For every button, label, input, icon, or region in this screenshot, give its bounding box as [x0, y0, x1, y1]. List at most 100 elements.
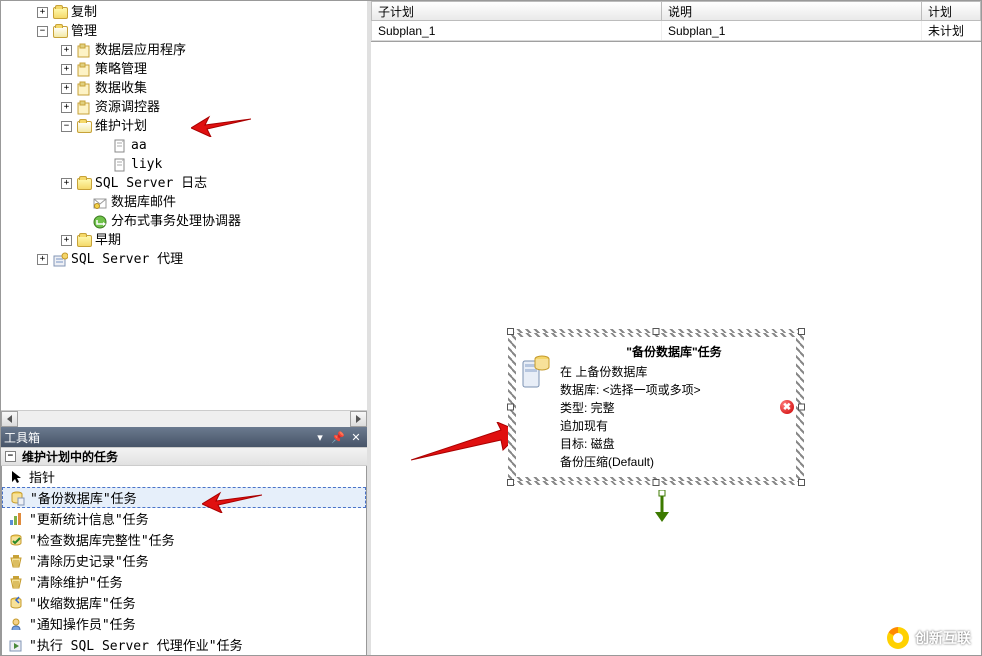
folder-closed-icon [76, 176, 92, 192]
toolbox-item-label: "清除维护"任务 [29, 572, 123, 591]
generic-icon [76, 62, 92, 78]
expand-icon[interactable]: + [37, 254, 48, 265]
tree-label: 策略管理 [95, 60, 147, 79]
tree-node[interactable]: aa [5, 136, 367, 155]
scroll-right-button[interactable] [350, 411, 367, 427]
tree-label: aa [131, 136, 147, 155]
tree-node[interactable]: 分布式事务处理协调器 [5, 212, 367, 231]
toolbox-item-label: "执行 SQL Server 代理作业"任务 [29, 635, 243, 654]
toolbox-item[interactable]: "通知操作员"任务 [2, 613, 366, 634]
toolbox-close-button[interactable]: ✕ [348, 430, 364, 444]
grid-cell-schedule[interactable]: 未计划 [922, 21, 981, 40]
tree-label: 分布式事务处理协调器 [111, 212, 241, 231]
generic-icon [76, 100, 92, 116]
toolbox-group-title: 维护计划中的任务 [22, 448, 118, 465]
clean-icon [8, 553, 24, 569]
scroll-left-button[interactable] [1, 411, 18, 427]
expand-icon[interactable]: + [61, 83, 72, 94]
toolbox-item-label: "更新统计信息"任务 [29, 509, 149, 528]
tree-label: SQL Server 代理 [71, 250, 183, 269]
tree-node[interactable]: liyk [5, 155, 367, 174]
toolbox-item-label: "清除历史记录"任务 [29, 551, 149, 570]
pointer-icon [8, 469, 24, 485]
stats-icon [8, 511, 24, 527]
grid-cell-description[interactable]: Subplan_1 [662, 21, 922, 40]
generic-icon [76, 81, 92, 97]
folder-open-icon [76, 119, 92, 135]
tree-node[interactable]: + SQL Server 代理 [5, 250, 367, 269]
expand-icon[interactable]: + [37, 7, 48, 18]
toolbox-group-header[interactable]: − 维护计划中的任务 [1, 447, 367, 466]
job-icon [8, 637, 24, 653]
notify-icon [8, 616, 24, 632]
backup-database-task-node[interactable]: "备份数据库"任务 在 上备份数据库 数据库: <选择一项或多项> 类型: 完整… [511, 332, 801, 482]
tree-label: 复制 [71, 3, 97, 22]
database-server-icon [520, 355, 552, 471]
grid-header-description[interactable]: 说明 [662, 2, 922, 20]
toolbox-item-label: "检查数据库完整性"任务 [29, 530, 175, 549]
tree-node[interactable]: + 复制 [5, 3, 367, 22]
tree-node[interactable]: + 早期 [5, 231, 367, 250]
scroll-track[interactable] [18, 411, 350, 427]
generic-icon [76, 43, 92, 59]
tree-node[interactable]: + 资源调控器 [5, 98, 367, 117]
tree-label: SQL Server 日志 [95, 174, 207, 193]
toolbox-list: 指针 "备份数据库"任务 "更新统计信息"任务 "检查数据库完整性"任务 "清除历史记录… [1, 466, 367, 655]
toolbox-item[interactable]: "执行 SQL Server 代理作业"任务 [2, 634, 366, 655]
tree-label: 资源调控器 [95, 98, 160, 117]
grid-header-subplan[interactable]: 子计划 [372, 2, 662, 20]
tree-node[interactable]: 数据库邮件 [5, 193, 367, 212]
designer-canvas[interactable]: "备份数据库"任务 在 上备份数据库 数据库: <选择一项或多项> 类型: 完整… [371, 42, 981, 655]
folder-closed-icon [76, 233, 92, 249]
backup-icon [9, 490, 25, 506]
tree-node[interactable]: −管理 [5, 22, 367, 41]
collapse-icon[interactable]: − [61, 121, 72, 132]
tree-label: 早期 [95, 231, 121, 250]
toolbox-item[interactable]: "清除历史记录"任务 [2, 550, 366, 571]
toolbox-header: 工具箱 ▾ 📌 ✕ [1, 427, 367, 447]
expand-icon[interactable]: + [61, 102, 72, 113]
collapse-icon[interactable]: − [5, 451, 16, 462]
tree-horizontal-scrollbar[interactable] [1, 410, 367, 427]
toolbox-item-label: "收缩数据库"任务 [29, 593, 136, 612]
toolbox-item-label: "备份数据库"任务 [30, 488, 137, 507]
task-line: 目标: 磁盘 [560, 435, 788, 453]
toolbox-dropdown-button[interactable]: ▾ [312, 430, 328, 444]
doc-icon [112, 138, 128, 154]
object-explorer-tree[interactable]: +复制−管理+数据层应用程序+策略管理+数据收集+资源调控器−维护计划aaliy… [1, 1, 367, 410]
watermark-brand: 创新互联 [887, 627, 971, 649]
error-badge-icon: ✖ [780, 400, 794, 414]
toolbox-title: 工具箱 [4, 429, 40, 446]
tree-node[interactable]: +数据层应用程序 [5, 41, 367, 60]
toolbox-item[interactable]: 指针 [2, 466, 366, 487]
annotation-arrow-icon [411, 422, 521, 466]
toolbox-pin-button[interactable]: 📌 [330, 430, 346, 444]
expand-icon[interactable]: + [61, 64, 72, 75]
toolbox-item[interactable]: "收缩数据库"任务 [2, 592, 366, 613]
collapse-icon[interactable]: − [37, 26, 48, 37]
tree-node[interactable]: + 策略管理 [5, 60, 367, 79]
grid-row[interactable]: Subplan_1 Subplan_1 未计划 [371, 21, 981, 41]
expand-icon[interactable]: + [61, 45, 72, 56]
grid-cell-subplan[interactable]: Subplan_1 [372, 21, 662, 40]
toolbox-item[interactable]: "检查数据库完整性"任务 [2, 529, 366, 550]
task-line: 在 上备份数据库 [560, 363, 788, 381]
task-line: 数据库: <选择一项或多项> [560, 381, 788, 399]
toolbox-item[interactable]: "清除维护"任务 [2, 571, 366, 592]
expand-icon[interactable]: + [61, 235, 72, 246]
toolbox-item[interactable]: "备份数据库"任务 [2, 487, 366, 508]
check-icon [8, 532, 24, 548]
doc-icon [112, 157, 128, 173]
tree-node[interactable]: −维护计划 [5, 117, 367, 136]
expand-icon[interactable]: + [61, 178, 72, 189]
grid-header-schedule[interactable]: 计划 [922, 2, 981, 20]
toolbox-item-label: 指针 [29, 467, 55, 486]
tree-node[interactable]: + SQL Server 日志 [5, 174, 367, 193]
tree-node[interactable]: + 数据收集 [5, 79, 367, 98]
toolbox-item[interactable]: "更新统计信息"任务 [2, 508, 366, 529]
task-line: 类型: 完整 [560, 399, 788, 417]
tree-label: 数据收集 [95, 79, 147, 98]
tree-label: liyk [131, 155, 162, 174]
tree-label: 数据库邮件 [111, 193, 176, 212]
flow-connector-icon[interactable] [653, 490, 671, 527]
